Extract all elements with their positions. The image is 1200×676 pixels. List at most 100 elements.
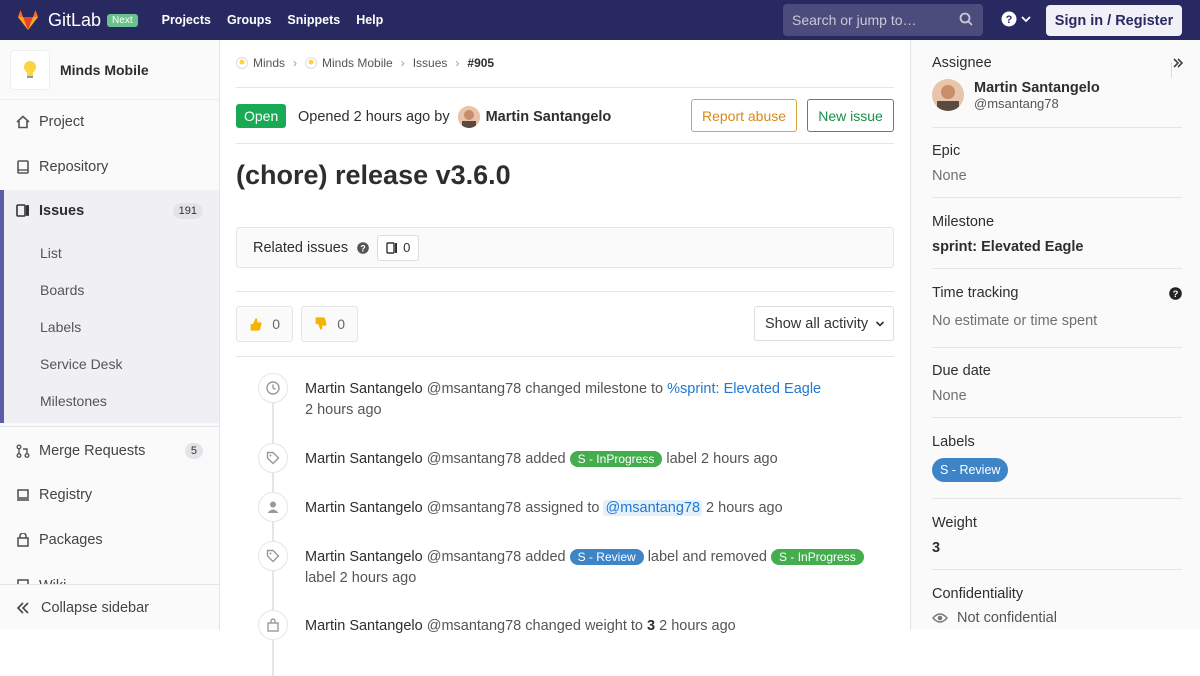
sidebar-item-registry[interactable]: Registry: [0, 483, 219, 507]
divider: [932, 347, 1182, 348]
avatar[interactable]: [932, 79, 964, 111]
report-abuse-button[interactable]: Report abuse: [691, 99, 797, 132]
note-author[interactable]: Martin Santangelo: [305, 500, 423, 516]
question-icon[interactable]: ?: [1169, 287, 1182, 300]
assignee-handle: @msantang78: [974, 95, 1059, 111]
confidentiality-section: Confidentiality Not confidential: [932, 586, 1182, 626]
search-placeholder: Search or jump to…: [792, 12, 917, 28]
label-pill[interactable]: S - InProgress: [771, 549, 864, 565]
divider: [932, 268, 1182, 269]
milestone-link[interactable]: %sprint: Elevated Eagle: [667, 381, 821, 397]
issue-sidebar: Assignee Martin Santangelo @msantang78 E…: [910, 40, 1200, 630]
label-pill[interactable]: S - InProgress: [569, 451, 663, 467]
svg-text:?: ?: [1006, 14, 1013, 26]
note-time: 2 hours ago: [701, 451, 778, 467]
search-input[interactable]: Search or jump to…: [783, 4, 983, 36]
note-time: 2 hours ago: [305, 402, 382, 418]
assignee-name[interactable]: Martin Santangelo: [974, 80, 1100, 96]
sidebar-item-merge-requests[interactable]: Merge Requests 5: [0, 426, 219, 474]
nav-groups[interactable]: Groups: [219, 13, 279, 27]
note-author[interactable]: Martin Santangelo: [305, 549, 423, 565]
sidebar-item-repository[interactable]: Repository: [0, 155, 219, 179]
note-text: added: [525, 451, 566, 467]
note-handle[interactable]: @msantang78: [427, 381, 522, 397]
avatar[interactable]: [457, 106, 480, 128]
question-icon[interactable]: ?: [357, 241, 369, 254]
thumbs-up-button[interactable]: 0: [236, 306, 293, 342]
new-issue-button[interactable]: New issue: [807, 99, 894, 132]
note-suffix: label: [666, 451, 698, 467]
thumbs-up-icon: [250, 318, 262, 331]
user-mention[interactable]: @msantang78: [603, 500, 703, 516]
help-dropdown[interactable]: ?: [1001, 11, 1031, 27]
divider: [932, 498, 1182, 499]
gitlab-logo[interactable]: GitLab Next: [16, 8, 138, 32]
home-icon: [16, 115, 30, 129]
nav-projects[interactable]: Projects: [154, 13, 219, 27]
svg-text:?: ?: [360, 243, 366, 253]
activity-filter-label: Show all activity: [765, 315, 869, 332]
collapse-sidebar-button[interactable]: Collapse sidebar: [0, 584, 219, 630]
note-handle[interactable]: @msantang78: [427, 549, 522, 565]
labels-section: Labels S - Review: [932, 434, 1182, 482]
double-chevron-right-icon[interactable]: [1172, 57, 1184, 69]
top-navbar: GitLab Next Projects Groups Snippets Hel…: [0, 0, 1200, 40]
breadcrumb-minds-mobile[interactable]: Minds Mobile: [322, 56, 393, 70]
collapse-label: Collapse sidebar: [41, 599, 150, 616]
project-header[interactable]: Minds Mobile: [0, 40, 219, 100]
divider: [932, 127, 1182, 128]
thumbs-down-button[interactable]: 0: [301, 306, 358, 342]
sidebar-sub-milestones[interactable]: Milestones: [40, 393, 107, 409]
timeline-note: Martin Santangelo @msantang78 added S - …: [258, 541, 885, 589]
sidebar-item-project[interactable]: Project: [0, 110, 219, 134]
nav-snippets[interactable]: Snippets: [279, 13, 348, 27]
due-date-heading: Due date: [932, 363, 991, 379]
sidebar-item-label: Repository: [39, 159, 109, 175]
opened-by: by: [434, 109, 450, 125]
note-time: 2 hours ago: [706, 500, 783, 516]
note-text: changed weight to: [525, 618, 643, 634]
sidebar-sub-list[interactable]: List: [40, 245, 62, 261]
divider: [932, 569, 1182, 570]
sign-in-button[interactable]: Sign in / Register: [1046, 5, 1182, 36]
sidebar-sub-boards[interactable]: Boards: [40, 282, 84, 298]
due-date-section: Due date None: [932, 363, 1182, 404]
note-author[interactable]: Martin Santangelo: [305, 618, 423, 634]
epic-value: None: [932, 168, 967, 184]
activity-filter-dropdown[interactable]: Show all activity: [754, 306, 894, 341]
sidebar-item-packages[interactable]: Packages: [0, 528, 219, 552]
double-chevron-left-icon: [16, 601, 29, 614]
divider: [236, 356, 894, 357]
weight-icon: [258, 610, 288, 640]
nav-help[interactable]: Help: [348, 13, 391, 27]
sidebar-sub-service-desk[interactable]: Service Desk: [40, 356, 122, 372]
milestone-value[interactable]: sprint: Elevated Eagle: [932, 239, 1182, 255]
note-text: added: [525, 549, 566, 565]
author-name[interactable]: Martin Santangelo: [486, 109, 612, 125]
breadcrumb-separator: ›: [455, 56, 460, 70]
label-pill[interactable]: S - Review: [569, 549, 644, 565]
time-tracking-heading: Time tracking: [932, 285, 1019, 301]
sidebar-item-issues[interactable]: Issues 191: [0, 190, 219, 423]
note-handle[interactable]: @msantang78: [427, 500, 522, 516]
chevron-down-icon: [876, 320, 885, 327]
eye-icon: [932, 613, 948, 623]
note-handle[interactable]: @msantang78: [427, 451, 522, 467]
related-count: 0: [377, 234, 420, 261]
breadcrumb-minds[interactable]: Minds: [253, 56, 285, 70]
note-author[interactable]: Martin Santangelo: [305, 381, 423, 397]
doc-icon: [16, 160, 30, 174]
breadcrumb-current[interactable]: #905: [467, 56, 494, 70]
divider: [932, 417, 1182, 418]
note-handle[interactable]: @msantang78: [427, 618, 522, 634]
issues-count-badge: 191: [172, 203, 203, 219]
sidebar-sub-labels[interactable]: Labels: [40, 319, 81, 335]
note-suffix: label: [305, 570, 336, 586]
timeline-note: Martin Santangelo @msantang78 assigned t…: [258, 492, 885, 522]
label-pill[interactable]: S - Review: [932, 458, 1009, 482]
divider: [236, 291, 894, 292]
epic-heading: Epic: [932, 143, 961, 159]
assignee-heading: Assignee: [932, 55, 992, 71]
breadcrumb-issues[interactable]: Issues: [413, 56, 448, 70]
note-author[interactable]: Martin Santangelo: [305, 451, 423, 467]
